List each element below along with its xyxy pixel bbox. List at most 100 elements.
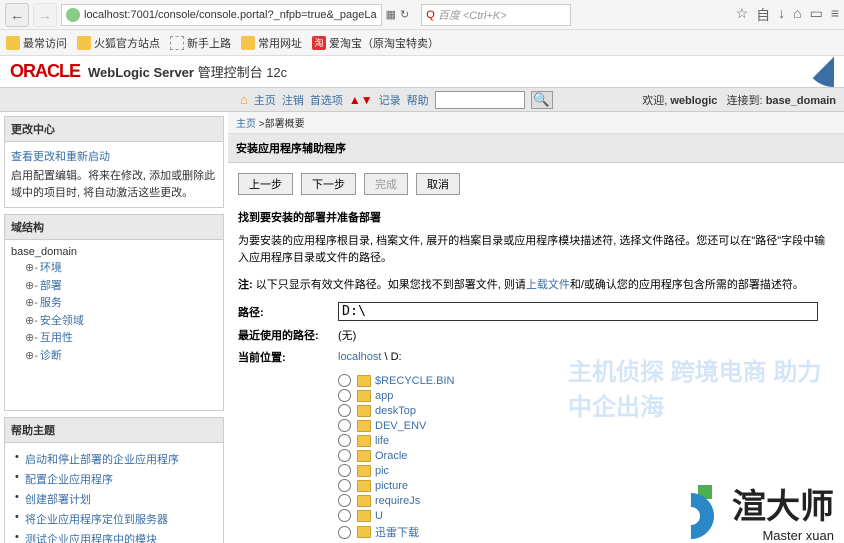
folder-radio[interactable] (338, 419, 351, 432)
brand-logo-icon (666, 481, 726, 541)
folder-icon (357, 420, 371, 432)
reload-icon[interactable]: ↻ (400, 8, 409, 21)
folder-link[interactable]: DEV_ENV (375, 420, 426, 432)
folder-radio[interactable] (338, 526, 351, 539)
domain-structure-panel: 域结构 base_domain 环境 部署 服务 安全领域 互用性 诊断 (4, 214, 224, 411)
prev-button[interactable]: 上一步 (238, 173, 293, 195)
breadcrumb-current: 部署概要 (265, 119, 305, 130)
tree-item[interactable]: 安全领域 (11, 313, 217, 331)
recent-value: (无) (338, 327, 834, 343)
folder-icon (357, 465, 371, 477)
bookmarks-bar: 最常访问 火狐官方站点 新手上路 常用网址 淘爱淘宝（原淘宝特卖） (0, 30, 844, 56)
folder-icon (357, 495, 371, 507)
tree-root[interactable]: base_domain (11, 246, 217, 258)
url-bar[interactable]: localhost:7001/console/console.portal?_n… (61, 4, 382, 26)
tree-item[interactable]: 部署 (11, 278, 217, 296)
folder-radio[interactable] (338, 389, 351, 402)
page-title: 安装应用程序辅助程序 (228, 134, 844, 163)
folder-link[interactable]: app (375, 390, 393, 402)
prefs-link[interactable]: 首选项 (310, 92, 343, 108)
help-panel: 帮助主题 启动和停止部署的企业应用程序 配置企业应用程序 创建部署计划 将企业应… (4, 417, 224, 543)
folder-radio[interactable] (338, 374, 351, 387)
folder-radio[interactable] (338, 464, 351, 477)
bookmark-item[interactable]: 淘爱淘宝（原淘宝特卖） (312, 35, 439, 51)
bookmark-item[interactable]: 火狐官方站点 (77, 35, 160, 51)
tree-item[interactable]: 服务 (11, 295, 217, 313)
logout-link[interactable]: 注销 (282, 92, 304, 108)
finish-button[interactable]: 完成 (364, 173, 408, 195)
breadcrumb: 主页 >部署概要 (228, 112, 844, 134)
magnifier-icon: 🔍 (533, 92, 550, 108)
panel-header: 更改中心 (5, 117, 223, 142)
folder-link[interactable]: picture (375, 480, 408, 492)
folder-radio[interactable] (338, 494, 351, 507)
folder-link[interactable]: $RECYCLE.BIN (375, 375, 454, 387)
back-button[interactable]: ← (5, 3, 29, 27)
search-placeholder: 百度 <Ctrl+K> (438, 7, 507, 23)
bookmark-item[interactable]: 最常访问 (6, 35, 67, 51)
help-link[interactable]: 将企业应用程序定位到服务器 (11, 509, 217, 529)
folder-link[interactable]: U (375, 510, 383, 522)
star-icon[interactable]: ☆ (736, 5, 749, 25)
folder-radio[interactable] (338, 479, 351, 492)
page-icon (170, 36, 184, 50)
current-location: localhost \ D: (338, 351, 834, 363)
bookmark-item[interactable]: 常用网址 (241, 35, 302, 51)
note: 注: 以下只显示有效文件路径。如果您找不到部署文件, 则请上载文件和/或确认您的… (238, 276, 834, 292)
host-link[interactable]: localhost (338, 351, 381, 363)
home-link[interactable]: 主页 (254, 92, 276, 108)
product-title: WebLogic Server 管理控制台 12c (88, 62, 287, 81)
folder-icon (357, 435, 371, 447)
folder-item: DEV_ENV (338, 418, 834, 433)
console-search-input[interactable] (435, 91, 525, 109)
tree-item[interactable]: 诊断 (11, 348, 217, 366)
folder-link[interactable]: requireJs (375, 495, 420, 507)
view-changes-link[interactable]: 查看更改和重新启动 (11, 148, 217, 164)
change-text: 启用配置编辑。将来在修改, 添加或删除此域中的项目时, 将自动激活这些更改。 (11, 168, 217, 201)
browser-search[interactable]: Q 百度 <Ctrl+K> (421, 4, 571, 26)
menu-icon[interactable]: ≡ (831, 5, 839, 25)
help-link[interactable]: 创建部署计划 (11, 489, 217, 509)
tree-item[interactable]: 互用性 (11, 330, 217, 348)
folder-icon (357, 480, 371, 492)
panel-header: 帮助主题 (5, 418, 223, 443)
folder-icon (357, 450, 371, 462)
record-link[interactable]: 记录 (379, 92, 401, 108)
current-label: 当前位置: (238, 349, 338, 365)
folder-link[interactable]: Oracle (375, 450, 407, 462)
next-button[interactable]: 下一步 (301, 173, 356, 195)
cancel-button[interactable]: 取消 (416, 173, 460, 195)
header-curve (804, 57, 834, 87)
breadcrumb-home[interactable]: 主页 (236, 119, 256, 130)
qr-icon[interactable]: ▦ (386, 8, 396, 21)
folder-link[interactable]: 迅雷下载 (375, 524, 419, 540)
forward-button[interactable]: → (33, 3, 57, 27)
folder-radio[interactable] (338, 449, 351, 462)
oracle-header: ORACLE WebLogic Server 管理控制台 12c (0, 56, 844, 88)
tree-item[interactable]: 环境 (11, 260, 217, 278)
help-link[interactable]: 启动和停止部署的企业应用程序 (11, 449, 217, 469)
bookmark-item[interactable]: 新手上路 (170, 35, 231, 51)
folder-item: app (338, 388, 834, 403)
folder-radio[interactable] (338, 404, 351, 417)
folder-item: deskTop (338, 403, 834, 418)
upload-link[interactable]: 上载文件 (526, 279, 570, 291)
path-input[interactable] (338, 302, 818, 321)
folder-link[interactable]: pic (375, 465, 389, 477)
folder-link[interactable]: life (375, 435, 389, 447)
window-icon[interactable]: ▭ (810, 5, 823, 25)
home-icon[interactable]: ⌂ (793, 5, 801, 25)
folder-radio[interactable] (338, 434, 351, 447)
help-link[interactable]: 测试企业应用程序中的模块 (11, 529, 217, 543)
download-icon[interactable]: ↓ (778, 5, 785, 25)
folder-radio[interactable] (338, 509, 351, 522)
user-icon[interactable]: 自 (756, 5, 770, 25)
help-link[interactable]: 配置企业应用程序 (11, 469, 217, 489)
taobao-icon: 淘 (312, 36, 326, 50)
console-search-btn[interactable]: 🔍 (531, 91, 553, 109)
user-info: 欢迎, weblogic 连接到: base_domain (642, 92, 836, 108)
browser-nav-bar: ← → localhost:7001/console/console.porta… (0, 0, 844, 30)
folder-link[interactable]: deskTop (375, 405, 416, 417)
help-link[interactable]: 帮助 (407, 92, 429, 108)
home-icon: ⌂ (240, 92, 248, 107)
